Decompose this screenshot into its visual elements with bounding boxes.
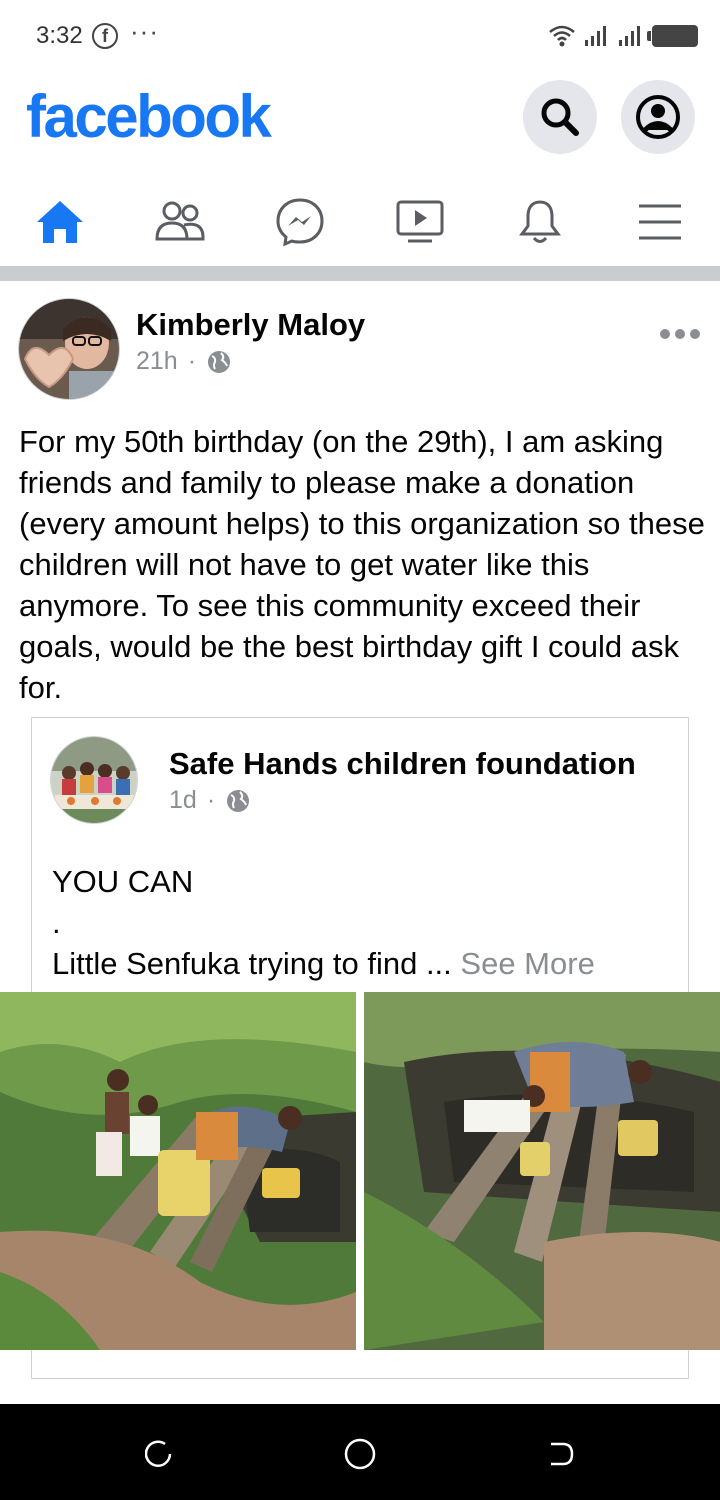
battery-icon — [647, 25, 698, 47]
more-notifications-icon: ··· — [130, 16, 159, 46]
shared-meta: 1d · — [169, 786, 251, 815]
facebook-logo[interactable]: facebook — [26, 82, 272, 151]
children-at-water-hole-photo — [363, 992, 720, 1350]
meta-separator: · — [206, 786, 216, 814]
post-meta: 21h · — [136, 347, 232, 376]
menu-icon — [639, 204, 681, 240]
status-time: 3:32 — [36, 22, 83, 49]
shared-text: YOU CAN . Little Senfuka trying to find … — [52, 861, 682, 984]
dot — [690, 329, 700, 339]
photo-1[interactable] — [0, 992, 357, 1350]
dot — [675, 329, 685, 339]
shared-time[interactable]: 1d — [169, 786, 197, 815]
avatar-photo — [19, 299, 119, 399]
shared-text-line: Little Senfuka trying to find ... See Mo… — [52, 943, 682, 984]
globe-icon — [227, 789, 250, 812]
messenger-icon — [276, 198, 324, 247]
home-system-button[interactable] — [340, 1434, 380, 1474]
meta-separator: · — [187, 347, 197, 375]
globe-icon — [208, 350, 231, 373]
home-circle-icon — [344, 1438, 376, 1470]
watch-icon — [396, 200, 444, 243]
profile-icon — [636, 95, 680, 139]
shared-text-line: YOU CAN — [52, 864, 194, 899]
back-button[interactable] — [540, 1434, 580, 1474]
shared-page-name[interactable]: Safe Hands children foundation — [169, 746, 636, 782]
recents-icon — [145, 1440, 172, 1467]
tab-home[interactable] — [0, 180, 120, 264]
tab-messenger[interactable] — [240, 180, 360, 264]
notifications-icon — [519, 200, 561, 243]
profile-button[interactable] — [621, 80, 695, 154]
post-time[interactable]: 21h — [136, 347, 178, 376]
search-icon — [541, 98, 579, 136]
status-bar: 3:32 f ··· — [0, 0, 720, 72]
shared-text-line: . — [52, 905, 61, 940]
post-photos — [0, 992, 720, 1350]
status-indicators — [548, 22, 698, 50]
recents-button[interactable] — [140, 1434, 180, 1474]
app-header: facebook — [0, 72, 720, 172]
main-nav — [0, 180, 720, 264]
shared-page-avatar[interactable] — [50, 736, 138, 824]
children-fetching-water-photo — [0, 992, 356, 1350]
wifi-icon — [549, 25, 575, 47]
back-icon — [551, 1442, 574, 1466]
author-avatar[interactable] — [18, 298, 120, 400]
system-navigation-bar — [0, 1404, 720, 1500]
dot — [660, 329, 670, 339]
feed-divider — [0, 266, 720, 281]
post-text: For my 50th birthday (on the 29th), I am… — [19, 424, 705, 705]
home-icon — [37, 201, 83, 243]
friends-icon — [155, 201, 205, 241]
search-button[interactable] — [523, 80, 597, 154]
tab-notifications[interactable] — [480, 180, 600, 264]
tab-friends[interactable] — [120, 180, 240, 264]
shared-text-snippet: Little Senfuka trying to find ... — [52, 946, 452, 981]
tab-watch[interactable] — [360, 180, 480, 264]
post-options-button[interactable] — [660, 329, 700, 339]
tab-menu[interactable] — [600, 180, 720, 264]
post-author[interactable]: Kimberly Maloy — [136, 307, 365, 343]
signal-icon-2 — [619, 26, 640, 46]
facebook-notification-icon: f — [92, 23, 118, 49]
signal-icon — [585, 26, 606, 46]
page-photo — [51, 737, 137, 823]
see-more-link[interactable]: See More — [460, 946, 594, 981]
photo-2[interactable] — [363, 992, 720, 1350]
